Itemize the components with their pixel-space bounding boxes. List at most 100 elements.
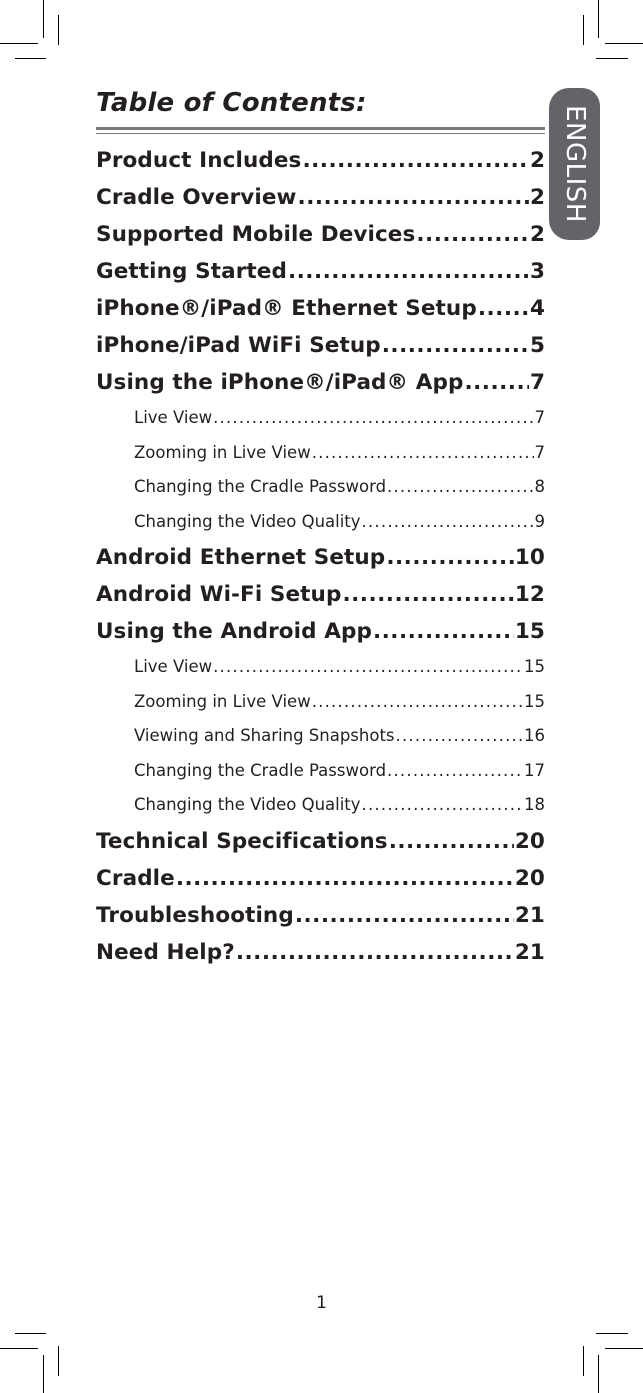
dot-leader [396,719,523,754]
toc-entry-label: Technical Specifications [96,828,388,854]
toc-entry-label: Zooming in Live View [134,691,311,711]
crop-mark [605,1348,643,1349]
crop-mark [58,1346,59,1376]
toc-entry-page: 4 [529,296,545,321]
toc-entry-label: Cradle Overview [96,185,297,210]
crop-mark [596,1333,628,1334]
toc-entry-page: 18 [524,795,545,814]
toc-entry[interactable]: Android Ethernet Setup 10 [96,539,545,576]
toc-entry-page: 15 [524,691,545,711]
title-rule-thin [96,133,545,134]
title-rule-thick [96,127,545,130]
toc-entry-page: 21 [514,939,545,965]
toc-entry-page: 17 [524,760,545,780]
crop-mark [15,58,46,59]
dot-leader [478,290,529,327]
toc-entry-label: Changing the Cradle Password [134,477,387,496]
toc-entry-page: 16 [524,726,545,745]
dot-leader [302,142,529,179]
crop-mark [583,15,584,45]
toc-subentry[interactable]: Changing the Cradle Password 8 [96,470,545,505]
crop-mark [43,1355,44,1393]
toc-entry-page: 7 [534,442,546,462]
toc-subentry[interactable]: Zooming in Live View 7 [96,436,545,471]
toc-entry-label: iPhone®/iPad® Ethernet Setup [96,296,477,321]
dot-leader [295,897,514,934]
toc-entry[interactable]: Cradle Overview 2 [96,179,545,216]
toc-entry-page: 10 [514,545,545,570]
dot-leader [387,754,523,789]
toc-entry-label: Zooming in Live View [134,442,311,462]
toc-entry[interactable]: iPhone/iPad WiFi Setup 5 [96,327,545,364]
language-tab: ENGLISH [549,88,600,240]
toc-entry-page: 7 [529,370,545,395]
table-of-contents: Product Includes2 Cradle Overview 2 Support… [96,142,545,971]
dot-leader [389,823,514,860]
crop-mark [15,1333,46,1334]
toc-entry-label: Changing the Cradle Password [134,760,387,780]
dot-leader [464,364,528,401]
toc-entry[interactable]: Troubleshooting 21 [96,897,545,934]
toc-subentry[interactable]: Changing the Cradle Password 17 [96,754,545,789]
toc-entry-page: 15 [524,657,545,676]
language-tab-label: ENGLISH [559,105,590,223]
toc-entry[interactable]: Using the Android App 15 [96,613,545,650]
dot-leader [176,860,514,897]
dot-leader [386,539,514,576]
toc-subentry[interactable]: Zooming in Live View 15 [96,685,545,720]
toc-entry-page: 15 [514,619,545,644]
dot-leader [288,253,529,290]
toc-entry-page: 8 [534,477,546,496]
toc-entry-label: Supported Mobile Devices [96,222,416,247]
toc-subentry[interactable]: Live View 15 [96,650,545,685]
toc-entry[interactable]: Supported Mobile Devices 2 [96,216,545,253]
dot-leader [342,576,513,613]
toc-entry[interactable]: Product Includes 2 [96,142,545,179]
toc-entry[interactable]: Technical Specifications 20 [96,823,545,860]
crop-mark [0,43,38,44]
dot-leader [387,470,533,505]
page-title: Table of Contents: [96,88,367,118]
toc-entry-label: Live View [134,657,213,676]
dot-leader [298,179,529,216]
toc-entry-page: 2 [529,185,545,210]
toc-entry[interactable]: Using the iPhone®/iPad® App 7 [96,364,545,401]
dot-leader [312,436,534,471]
dot-leader [382,327,529,364]
toc-subentry[interactable]: Viewing and Sharing Snapshots 16 [96,719,545,754]
toc-entry-label: Android Wi-Fi Setup [96,582,342,607]
toc-entry-page: 21 [514,902,545,928]
toc-subentry[interactable]: Changing the Video Quality 18 [96,788,545,823]
toc-entry-label: Using the Android App [96,619,372,644]
crop-mark [0,1348,38,1349]
toc-entry-page: 9 [534,511,546,531]
toc-entry[interactable]: Cradle 20 [96,860,545,897]
crop-mark [43,0,44,38]
toc-entry-page: 12 [514,582,545,607]
toc-entry-label: Need Help? [96,939,235,965]
crop-mark [58,15,59,45]
toc-entry[interactable]: Need Help? 21 [96,934,545,971]
dot-leader [213,650,523,685]
toc-entry-label: Cradle [96,865,175,891]
toc-entry-label: Troubleshooting [96,902,294,928]
toc-entry[interactable]: Android Wi-Fi Setup 12 [96,576,545,613]
dot-leader [362,505,534,540]
toc-entry-page: 5 [529,333,545,358]
toc-entry-page: 20 [514,828,545,854]
dot-leader [416,216,529,253]
toc-subentry[interactable]: Live View 7 [96,401,545,436]
toc-entry[interactable]: iPhone®/iPad® Ethernet Setup 4 [96,290,545,327]
toc-entry-label: Android Ethernet Setup [96,545,386,570]
crop-mark [605,43,643,44]
toc-subentry[interactable]: Changing the Video Quality 9 [96,505,545,540]
crop-mark [596,58,628,59]
toc-entry-page: 7 [534,408,546,427]
page-number: 1 [316,1293,327,1313]
dot-leader [373,613,514,650]
toc-entry-label: Using the iPhone®/iPad® App [96,370,464,395]
crop-mark [583,1346,584,1376]
toc-entry[interactable]: Getting Started 3 [96,253,545,290]
dot-leader [213,401,533,436]
toc-entry-label: Changing the Video Quality [134,795,361,814]
